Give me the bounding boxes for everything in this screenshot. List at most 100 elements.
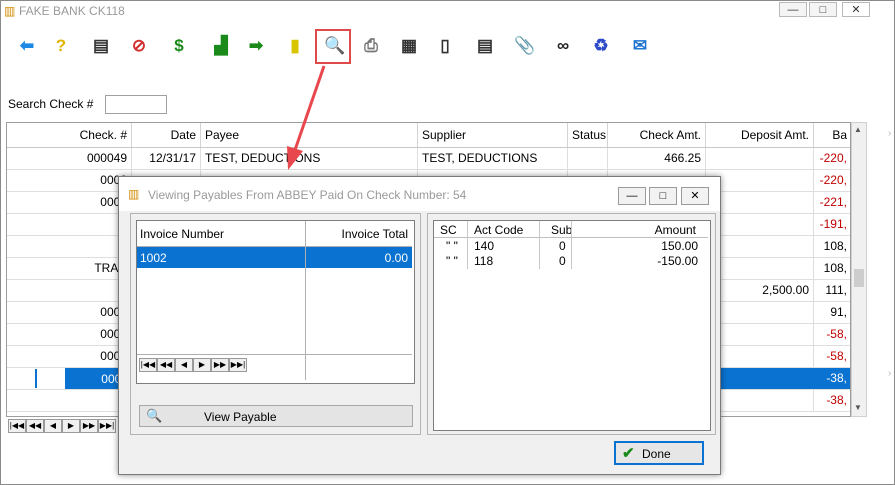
column-header[interactable]: Date [132, 123, 201, 147]
column-header[interactable]: Payee [201, 123, 418, 147]
attach-icon[interactable]: 📎 [512, 33, 538, 59]
account-cell-sc: " " [446, 254, 458, 268]
search-check-input[interactable] [105, 95, 167, 114]
nav-next-button[interactable]: ▶ [62, 419, 80, 433]
account-cell-amount: 150.00 [661, 239, 698, 253]
inv-nav-last-button[interactable]: ▶▶| [229, 358, 247, 372]
dialog-minimize-button[interactable]: — [618, 187, 646, 205]
column-header[interactable]: Supplier [418, 123, 568, 147]
inv-nav-first-button[interactable]: |◀◀ [139, 358, 157, 372]
table-cell-check: E [7, 214, 132, 235]
table-cell-balance: -191, [814, 214, 850, 235]
table-cell-balance: -220, [814, 148, 850, 169]
inv-nav-next-button[interactable]: ▶ [193, 358, 211, 372]
vertical-scrollbar[interactable]: ▲ ▼ [851, 122, 867, 417]
header-divider [305, 221, 306, 246]
table-cell-balance: 108, [814, 258, 850, 279]
minimize-button[interactable]: — [779, 2, 807, 17]
inv-nav-prev-button[interactable]: ◀ [175, 358, 193, 372]
binoculars-icon[interactable]: ∞ [550, 33, 576, 59]
table-cell-balance: -58, [814, 324, 850, 345]
dialog-title: Viewing Payables From ABBEY Paid On Chec… [148, 188, 450, 202]
dialog-check-number: 54 [453, 188, 467, 202]
nav-prev-button[interactable]: ◀ [44, 419, 62, 433]
scroll-up-icon[interactable]: ▲ [854, 125, 862, 134]
account-cell-amount: -150.00 [657, 254, 698, 268]
done-label: Done [642, 447, 671, 461]
invoice-number-cell: 1002 [140, 251, 167, 265]
main-title-bar: ▥ FAKE BANK CK118 — □ ✕ [1, 1, 894, 21]
table-cell-deposit-amt: 2,500.00 [706, 280, 814, 301]
back-arrow-icon[interactable]: ⬅ [14, 33, 40, 59]
table-cell-check: 0000 [7, 302, 132, 323]
table-row[interactable]: 000049 12/31/17 TEST, DEDUCTIONS TEST, DEDU… [7, 148, 850, 170]
side-arrow-icon: › [888, 128, 892, 139]
table-cell-deposit-amt [706, 192, 814, 213]
table-cell-balance: -221, [814, 192, 850, 213]
invoice-row[interactable]: 1002 0.00 [137, 247, 412, 268]
zoom-button-highlight [315, 29, 351, 64]
sc-header: SC [440, 223, 457, 237]
column-header[interactable]: Deposit Amt. [706, 123, 814, 147]
nav-next-page-button[interactable]: ▶▶ [80, 419, 98, 433]
table-cell-check: 000049 [7, 148, 132, 169]
nav-first-button[interactable]: |◀◀ [8, 419, 26, 433]
help-icon[interactable]: ? [48, 33, 74, 59]
sub-header: Sub [551, 223, 573, 237]
amount-header: Amount [654, 223, 696, 237]
view-payable-label: View Payable [204, 410, 277, 424]
view-payable-button[interactable]: 🔍 View Payable [139, 405, 413, 427]
print-icon[interactable]: ⎙ [358, 33, 384, 59]
note-icon[interactable]: ▮ [282, 33, 308, 59]
document-icon[interactable]: ▯ [432, 33, 458, 59]
table-cell-deposit-amt [706, 236, 814, 257]
table-cell-check: 0000 [7, 346, 132, 367]
scroll-down-icon[interactable]: ▼ [854, 403, 862, 412]
column-header[interactable]: Ba [814, 123, 850, 147]
dialog-app-icon: ▥ [128, 187, 140, 201]
refresh-icon[interactable]: ♻ [588, 33, 614, 59]
inv-nav-prev-page-button[interactable]: ◀◀ [157, 358, 175, 372]
email-icon[interactable]: ✉ [627, 33, 653, 59]
app-icon: ▥ [4, 4, 16, 18]
close-button[interactable]: ✕ [842, 2, 870, 17]
dialog-title-bar: ▥ Viewing Payables From ABBEY Paid On Ch… [119, 177, 720, 211]
table-cell-balance: 108, [814, 236, 850, 257]
nav-last-button[interactable]: ▶▶| [98, 419, 116, 433]
chart-icon[interactable]: ▟ [208, 33, 234, 59]
invoice-number-header: Invoice Number [140, 227, 225, 241]
table-cell-check: TRAN [7, 258, 132, 279]
done-button[interactable]: ✔ Done [614, 441, 704, 465]
table-cell-balance: -38, [814, 390, 850, 411]
column-header[interactable]: Check. # [7, 123, 132, 147]
dialog-maximize-button[interactable]: □ [649, 187, 677, 205]
table-cell-deposit-amt [706, 258, 814, 279]
payables-dialog: ▥ Viewing Payables From ABBEY Paid On Ch… [118, 176, 721, 475]
column-divider [305, 247, 306, 380]
inv-nav-next-page-button[interactable]: ▶▶ [211, 358, 229, 372]
dialog-close-button[interactable]: ✕ [681, 187, 709, 205]
column-header[interactable]: Status [568, 123, 608, 147]
forward-arrow-icon[interactable]: ➡ [243, 33, 269, 59]
void-check-icon[interactable]: ⊘ [126, 33, 152, 59]
side-arrow-icon: › [888, 368, 892, 379]
table-cell-status [568, 148, 608, 169]
list-icon[interactable]: ▦ [396, 33, 422, 59]
nav-prev-page-button[interactable]: ◀◀ [26, 419, 44, 433]
dollar-add-icon[interactable]: $ [166, 33, 192, 59]
table-cell-payee: TEST, DEDUCTIONS [201, 148, 418, 169]
window-title: FAKE BANK CK118 [19, 4, 125, 18]
act-code-header: Act Code [474, 223, 524, 237]
report-icon[interactable]: ▤ [472, 33, 498, 59]
magnifier-icon: 🔍 [146, 408, 163, 423]
account-cell-sc: " " [446, 239, 458, 253]
table-cell-deposit-amt [706, 170, 814, 191]
account-cell-code: 140 [474, 239, 495, 253]
maximize-button[interactable]: □ [809, 2, 837, 17]
column-header[interactable]: Check Amt. [608, 123, 706, 147]
table-cell-balance: 111, [814, 280, 850, 301]
check-icon[interactable]: ▤ [88, 33, 114, 59]
table-cell-check: 0000 [7, 192, 132, 213]
scroll-thumb[interactable] [854, 269, 864, 287]
search-check-label: Search Check # [8, 97, 94, 111]
